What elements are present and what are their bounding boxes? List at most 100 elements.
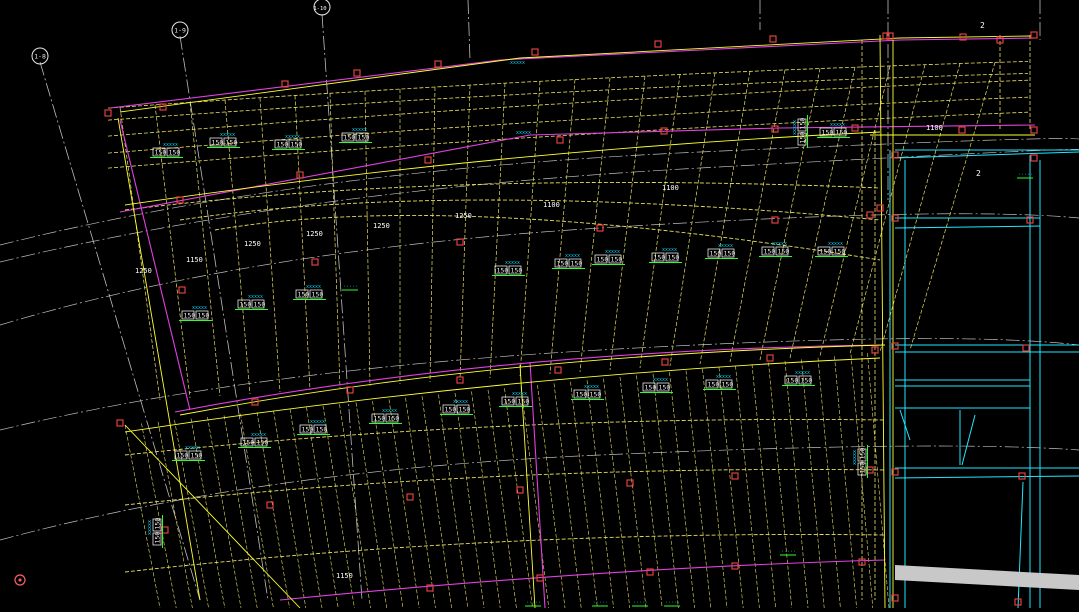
beam-tag-code: xxxxx (772, 241, 787, 247)
beam-tag-value: 150 (226, 139, 238, 147)
dimension-text: 1150 (336, 572, 353, 580)
beam-tag-code: xxxxx (147, 520, 153, 535)
beam-tag-value: 150 (155, 149, 167, 157)
beam-tag-value: 150 (724, 250, 736, 258)
beam-tag-code: xxxxx (163, 142, 178, 148)
beam-tag-value: 150 (859, 448, 867, 460)
beam-tag-value: 150 (518, 398, 530, 406)
room-label: 2 (980, 21, 985, 30)
beam-tag-code: xxxxx (251, 432, 266, 438)
beam-tag-value: 150 (859, 462, 867, 474)
beam-tag-value: 150 (822, 129, 834, 137)
beam-tag-value: 150 (557, 260, 569, 268)
beam-tag-code: xxxxx (505, 260, 520, 266)
beam-tag-value: 150 (576, 391, 588, 399)
beam-tag-value: 150 (801, 377, 813, 385)
beam-tag-code: xxxxx (653, 377, 668, 383)
room-label: 2 (976, 169, 981, 178)
grid-bubble-label: 1-8 (34, 53, 46, 61)
beam-tag-value: 150 (654, 254, 666, 262)
beam-tag-code: xxxxx (285, 134, 300, 140)
beam-tag-value: 150 (611, 256, 623, 264)
beam-tag-value: 150 (302, 426, 314, 434)
top-code-label: xxxxx (516, 130, 531, 136)
code-mark-text: ····· (343, 284, 358, 290)
beam-tag-code: xxxxx (185, 445, 200, 451)
dimension-text: 1100 (926, 124, 943, 132)
beam-tag-code: xxxxx (453, 399, 468, 405)
beam-tag-value: 150 (254, 301, 266, 309)
code-mark-text: ····· (781, 549, 796, 555)
beam-tag-value: 150 (388, 415, 400, 423)
beam-tag-value: 150 (571, 260, 583, 268)
beam-tag-code: xxxxx (718, 243, 733, 249)
beam-tag-value: 150 (836, 129, 848, 137)
beam-tag-value: 150 (177, 452, 189, 460)
top-code-label: xxxxx (510, 60, 525, 66)
beam-tag-value: 150 (243, 439, 255, 447)
beam-tag-code: xxxxx (830, 122, 845, 128)
beam-tag-code: xxxxx (352, 127, 367, 133)
beam-tag-value: 150 (212, 139, 224, 147)
dimension-text: 1100 (662, 184, 679, 192)
beam-tag-value: 150 (504, 398, 516, 406)
code-mark-text: ····· (593, 600, 608, 606)
beam-tag-value: 150 (257, 439, 269, 447)
structural-plan-drawing[interactable]: 1-8 1-9 1-10 xxxxx xxxxx 2 2 1250 1150 12… (0, 0, 1079, 609)
beam-tag-value: 150 (240, 301, 252, 309)
beam-tag-value: 150 (799, 118, 807, 130)
beam-tag-code: xxxxx (716, 374, 731, 380)
beam-tag-value: 150 (312, 291, 324, 299)
beam-tag-value: 150 (511, 267, 523, 275)
beam-tag-value: 150 (316, 426, 328, 434)
beam-tag-code: xxxxx (852, 450, 858, 465)
cad-viewport[interactable]: 1-8 1-9 1-10 xxxxx xxxxx 2 2 1250 1150 12… (0, 0, 1079, 609)
beam-tag-value: 150 (834, 248, 846, 256)
beam-tag-value: 150 (645, 384, 657, 392)
dimension-text: 1250 (244, 240, 261, 248)
beam-tag-code: xxxxx (248, 294, 263, 300)
beam-tag-code: xxxxx (792, 120, 798, 135)
dimension-text: 1100 (543, 201, 560, 209)
dimension-text: 1250 (373, 222, 390, 230)
beam-tag-code: xxxxx (795, 370, 810, 376)
beam-tag-code: xxxxx (382, 408, 397, 414)
beam-tag-value: 150 (764, 248, 776, 256)
beam-tag-value: 150 (710, 250, 722, 258)
beam-tag-code: xxxxx (828, 241, 843, 247)
beam-tag-value: 150 (820, 248, 832, 256)
beam-tag-value: 150 (799, 132, 807, 144)
beam-tag-value: 150 (198, 312, 210, 320)
beam-tag-value: 150 (497, 267, 509, 275)
beam-tag-value: 150 (291, 141, 303, 149)
beam-tag-code: xxxxx (662, 247, 677, 253)
beam-tag-code: xxxxx (584, 384, 599, 390)
beam-tag-code: xxxxx (605, 249, 620, 255)
beam-tag-value: 150 (722, 381, 734, 389)
beam-tag-value: 150 (154, 518, 162, 530)
beam-tag-value: 150 (668, 254, 680, 262)
beam-tag-value: 150 (597, 256, 609, 264)
grid-bubble-label: 1-9 (174, 27, 186, 35)
beam-tag-value: 150 (358, 134, 370, 142)
beam-tag-value: 150 (374, 415, 386, 423)
dimension-text: 1250 (455, 212, 472, 220)
dimension-text: 1150 (186, 256, 203, 264)
beam-tag-value: 150 (344, 134, 356, 142)
beam-tag-value: 150 (659, 384, 671, 392)
beam-tag-code: xxxxx (565, 253, 580, 259)
beam-tag-value: 150 (708, 381, 720, 389)
beam-tag-code: xxxxx (192, 305, 207, 311)
beam-tag-value: 150 (459, 406, 471, 414)
beam-tag-value: 150 (445, 406, 457, 414)
beam-tag-code: xxxxx (220, 132, 235, 138)
beam-tag-code: xxxxx (306, 284, 321, 290)
beam-tag-value: 150 (778, 248, 790, 256)
beam-tag-value: 150 (154, 532, 162, 544)
grid-bubble-label-top: 1-10 (313, 6, 326, 12)
beam-tag-value: 150 (191, 452, 203, 460)
code-mark-text: ····· (526, 600, 541, 606)
beam-tag-value: 150 (184, 312, 196, 320)
dimension-text: 1250 (306, 230, 323, 238)
dimension-text: 1250 (135, 267, 152, 275)
